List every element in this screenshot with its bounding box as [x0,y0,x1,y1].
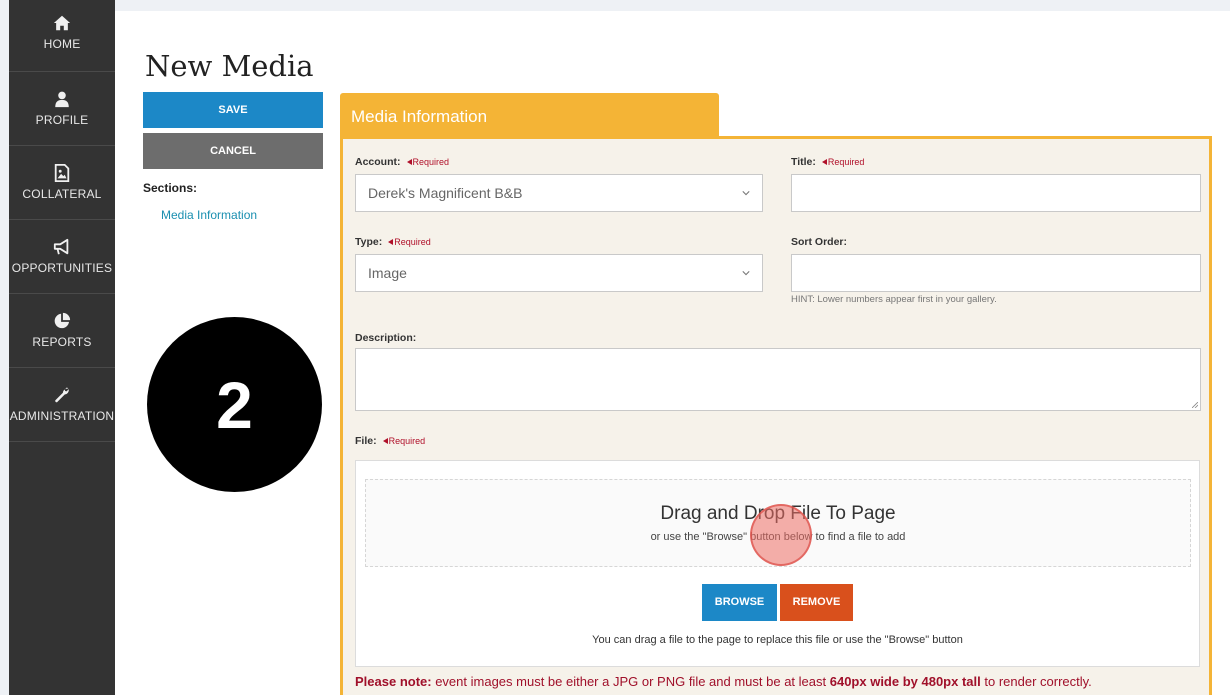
nav-item-collateral[interactable]: COLLATERAL [9,146,115,220]
nav-item-opportunities[interactable]: OPPORTUNITIES [9,220,115,294]
required-arrow-icon [821,159,827,165]
nav-item-reports[interactable]: REPORTS [9,294,115,368]
replace-file-note: You can drag a file to the page to repla… [592,634,963,646]
media-information-panel: Account: Required Derek's Magnificent B&B… [340,136,1212,695]
account-label-text: Account: [355,156,401,168]
chevron-down-icon [742,191,750,196]
required-arrow-icon [406,159,412,165]
description-label: Description: [355,332,417,344]
nav-item-label: PROFILE [35,113,89,127]
file-dropzone[interactable]: Drag and Drop File To Page or use the "B… [365,479,1191,567]
nav-item-label: COLLATERAL [22,187,102,201]
account-label: Account: Required [355,156,449,168]
note-text-2: to render correctly. [980,674,1092,689]
title-input[interactable] [791,174,1201,212]
nav-item-administration[interactable]: ADMINISTRATION [9,368,115,442]
note-prefix: Please note: [355,674,432,689]
type-select-value: Image [368,265,407,281]
type-label: Type: Required [355,236,431,248]
required-indicator: Required [406,157,450,167]
resize-handle-icon[interactable] [1192,402,1198,408]
account-select[interactable]: Derek's Magnificent B&B [355,174,763,212]
sort-order-input[interactable] [791,254,1201,292]
description-textarea[interactable] [355,348,1201,411]
nav-item-label: HOME [43,37,81,51]
file-label-text: File: [355,435,377,447]
sort-order-hint: HINT: Lower numbers appear first in your… [791,294,997,305]
required-indicator: Required [388,237,431,247]
type-label-text: Type: [355,236,383,248]
save-button[interactable]: SAVE [143,92,323,128]
user-icon [55,91,69,108]
image-file-icon [54,164,70,182]
remove-button[interactable]: REMOVE [780,584,853,621]
account-select-value: Derek's Magnificent B&B [368,185,523,201]
nav-item-label: REPORTS [32,335,92,349]
title-label-text: Title: [791,156,816,168]
required-text: Required [827,157,865,167]
required-text: Required [388,436,426,446]
sort-order-label: Sort Order: [791,236,848,248]
section-link-media-information[interactable]: Media Information [161,208,257,222]
nav-item-label: OPPORTUNITIES [11,261,113,275]
required-text: Required [412,157,450,167]
nav-item-home[interactable]: HOME [9,0,115,72]
note-text-1: event images must be either a JPG or PNG… [431,674,830,689]
required-text: Required [394,237,431,247]
required-arrow-icon [388,239,394,245]
note-dimensions: 640px wide by 480px tall [829,674,981,689]
image-requirements-note: Please note: event images must be either… [355,672,1205,691]
type-select[interactable]: Image [355,254,763,292]
step-number-badge: 2 [147,317,322,492]
tab-media-information[interactable]: Media Information [340,93,719,139]
chevron-down-icon [742,271,750,276]
nav-item-profile[interactable]: PROFILE [9,72,115,146]
browse-button[interactable]: BROWSE [702,584,777,621]
required-indicator: Required [821,157,865,167]
cancel-button[interactable]: CANCEL [143,133,323,169]
nav-item-label: ADMINISTRATION [9,409,115,423]
page-title: New Media [145,49,314,83]
left-nav: HOME PROFILE COLLATERAL OPPORTUNITIES RE… [9,0,115,695]
sections-heading: Sections: [143,181,198,195]
required-indicator: Required [382,436,426,446]
home-icon [53,15,71,31]
required-arrow-icon [382,438,388,444]
megaphone-icon [53,238,69,255]
title-label: Title: Required [791,156,864,168]
wrench-icon [55,387,69,403]
file-upload-box: Drag and Drop File To Page or use the "B… [355,460,1200,667]
pie-chart-icon [54,312,71,329]
click-indicator [750,504,812,566]
file-label: File: Required [355,435,425,447]
main-content: New Media SAVE CANCEL Sections: Media In… [115,11,1230,695]
